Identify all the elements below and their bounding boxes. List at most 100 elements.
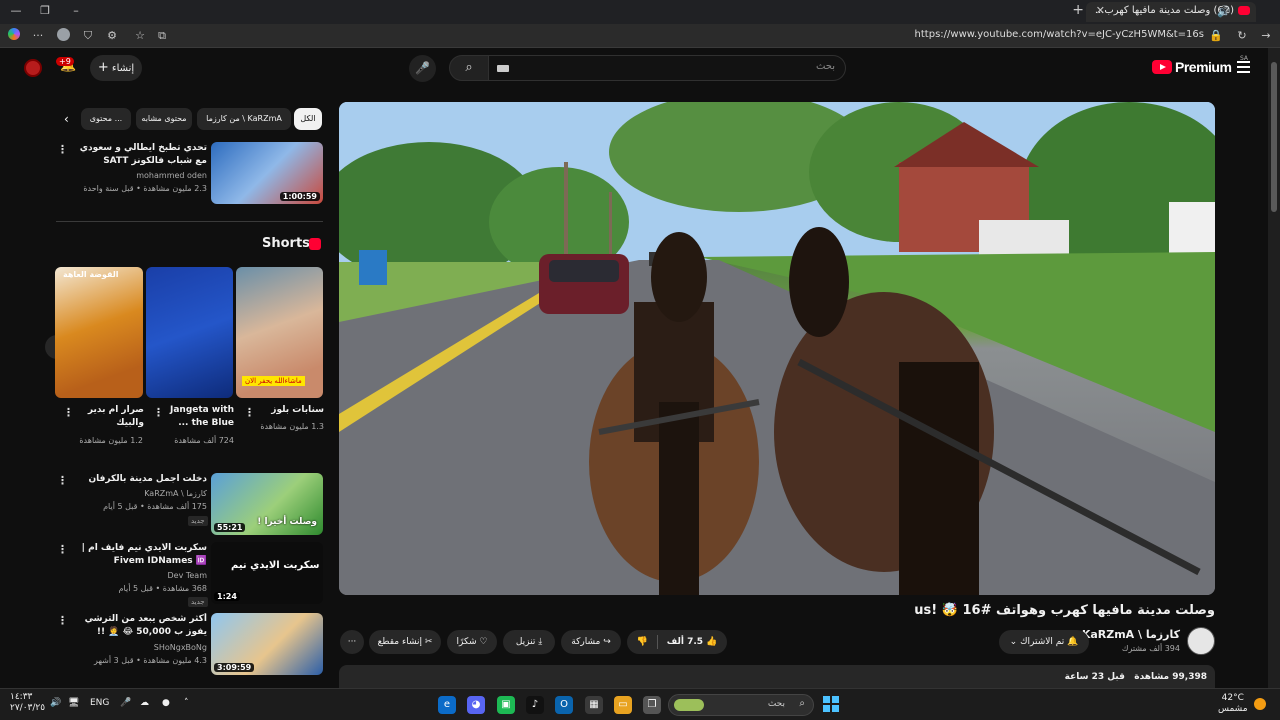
outlook-icon[interactable]: O — [555, 696, 573, 714]
short-thumbnail[interactable]: القوضة العاهة — [55, 267, 143, 398]
chips-prev-icon[interactable]: ‹ — [64, 112, 69, 126]
tab-close-icon[interactable]: ✕ — [1096, 4, 1105, 17]
new-tab-button[interactable]: + — [1072, 2, 1084, 18]
video-channel[interactable]: SHoNgxBoNg — [154, 643, 207, 652]
chip-similar-more[interactable]: محتوى ... — [81, 108, 131, 130]
account-avatar[interactable] — [24, 59, 42, 77]
clip-label: إنشاء مقطع — [377, 637, 422, 647]
taskbar-search-placeholder: بحث — [767, 699, 785, 709]
more-icon[interactable]: ··· — [30, 28, 46, 44]
video-channel[interactable]: كارزما \ KaRZmA — [144, 489, 207, 498]
task-view-icon[interactable]: ❐ — [643, 696, 661, 714]
scrollbar-thumb[interactable] — [1271, 62, 1277, 212]
video-thumbnail[interactable]: 3:09:59 — [211, 613, 323, 675]
video-title[interactable]: أكثر شخص يبعد من الترشي يفوز ب 50,000 😂 … — [70, 613, 207, 639]
video-duration: 1:24 — [214, 592, 240, 601]
short-thumb-caption: القوضة العاهة — [63, 270, 119, 279]
subscribed-button[interactable]: 🔔 تم الاشتراك ⌄ — [999, 630, 1089, 654]
short-thumbnail[interactable]: ماشاءالله يحفر الان — [236, 267, 323, 398]
channel-avatar[interactable] — [1187, 627, 1215, 655]
search-input[interactable]: بحث — [489, 55, 846, 81]
taskbar-search[interactable]: بحث ⌕ — [668, 694, 814, 716]
keyboard-icon[interactable] — [497, 65, 509, 72]
video-menu-icon[interactable]: ⋮ — [57, 543, 68, 556]
download-button[interactable]: ⤓ تنزيل — [503, 630, 555, 654]
lock-icon[interactable]: 🔒 — [1208, 28, 1224, 44]
short-menu-icon[interactable]: ⋮ — [63, 406, 74, 419]
video-menu-icon[interactable]: ⋮ — [57, 143, 68, 156]
extensions-icon[interactable]: ⚙ — [104, 28, 120, 44]
search-button[interactable]: ⌕ — [449, 55, 489, 81]
mic-tray-icon[interactable]: 🎤 — [120, 698, 131, 708]
refresh-icon[interactable]: ↻ — [1234, 28, 1250, 44]
chip-similar[interactable]: محتوى مشابه — [136, 108, 192, 130]
language-indicator[interactable]: ENG — [90, 698, 109, 708]
video-title[interactable]: دخلت اجمل مدينة بالكرفان #12 🤯 us — [70, 473, 207, 486]
download-label: تنزيل — [515, 637, 536, 647]
thumb-caption: وصلت أخيرا ! — [257, 517, 317, 527]
short-title[interactable]: Jangeta with the Blue ... — [166, 404, 234, 432]
network-icon[interactable]: 🖥 — [68, 698, 79, 708]
chip-all[interactable]: الكل — [294, 108, 322, 130]
video-menu-icon[interactable]: ⋮ — [57, 474, 68, 487]
chip-from-channel[interactable]: من كارزما \ KaRZmA — [197, 108, 291, 130]
speaker-icon[interactable]: 🔊 — [50, 698, 61, 708]
app-green-icon[interactable]: ▣ — [497, 696, 515, 714]
weather-widget[interactable]: 42°C مشمس — [1218, 693, 1248, 715]
chevron-up-icon[interactable]: ˄ — [184, 698, 189, 708]
split-screen-icon[interactable]: ⧉ — [154, 28, 170, 44]
video-duration: 55:21 — [214, 523, 246, 532]
video-player[interactable] — [339, 102, 1215, 595]
short-menu-icon[interactable]: ⋮ — [244, 406, 255, 419]
copilot-icon[interactable] — [6, 28, 22, 44]
share-button[interactable]: ↪ مشاركة — [561, 630, 621, 654]
url-field[interactable]: https://www.youtube.com/watch?v=eJC-yCzH… — [915, 29, 1204, 40]
video-channel[interactable]: mohammed oden — [136, 171, 207, 180]
minimize-icon[interactable]: — — [8, 3, 24, 19]
speaker-icon[interactable]: 🔊 — [1216, 4, 1232, 20]
short-menu-icon[interactable]: ⋮ — [153, 406, 164, 419]
video-meta: 4.3 مليون مشاهدة • قبل 3 أشهر — [94, 656, 207, 665]
shorts-title: Shorts — [262, 236, 310, 251]
close-window-icon[interactable]: – — [68, 3, 84, 19]
clock[interactable]: ١٤:٣٣ ٢٧/٠٣/٢٥ — [10, 692, 45, 714]
cloud-icon[interactable]: ☁ — [140, 698, 149, 708]
page-scrollbar[interactable] — [1268, 48, 1280, 688]
edge-icon[interactable]: e — [438, 696, 456, 714]
tiktok-icon[interactable]: ♪ — [526, 696, 544, 714]
short-thumb-caption: ماشاءالله يحفر الان — [242, 376, 305, 386]
voice-search-button[interactable]: 🎤 — [409, 55, 436, 82]
video-title[interactable]: تحدي تطبخ ايطالي و سعودي مع شباب فالكونز… — [70, 142, 207, 168]
video-meta: 368 مشاهدة • قبل 5 أيام — [118, 584, 207, 593]
video-thumbnail[interactable]: وصلت أخيرا ! 55:21 — [211, 473, 323, 535]
create-button[interactable]: + إنشاء — [90, 55, 142, 81]
search-highlight-icon — [674, 699, 704, 711]
hamburger-menu-icon[interactable] — [1237, 61, 1250, 76]
restore-icon[interactable]: ❐ — [37, 3, 53, 19]
channel-name[interactable]: كارزما \ KaRZmA — [1082, 628, 1180, 641]
forward-icon[interactable]: → — [1258, 28, 1274, 44]
like-dislike-button[interactable]: 👍 7.5 ألف 👎 — [627, 630, 727, 654]
app-tray-icon[interactable]: ● — [162, 698, 170, 708]
windows-start-icon[interactable] — [822, 696, 840, 714]
video-thumbnail[interactable]: 1:00:59 — [211, 142, 323, 204]
file-explorer-icon[interactable]: ▭ — [614, 696, 632, 714]
collections-icon[interactable]: ⛉ — [80, 28, 96, 44]
thanks-button[interactable]: ♡ شكرًا — [447, 630, 497, 654]
more-actions-button[interactable]: ··· — [340, 630, 364, 654]
profile-icon[interactable] — [55, 28, 71, 44]
search-placeholder: بحث — [815, 61, 835, 72]
discord-icon[interactable]: ◕ — [467, 696, 485, 714]
favorite-star-icon[interactable]: ☆ — [132, 28, 148, 44]
short-title[interactable]: سنابات بلوز — [256, 404, 324, 418]
short-thumbnail[interactable] — [146, 267, 233, 398]
clip-button[interactable]: ✂ إنشاء مقطع — [369, 630, 441, 654]
video-title[interactable]: سكربت الايدي نيم فايف ام | Fivem IDNames… — [70, 542, 207, 568]
short-title[interactable]: صرار ام بدير والبيك — [76, 404, 144, 432]
store-icon[interactable]: ▦ — [585, 696, 603, 714]
video-thumbnail[interactable]: سكربت الايدي نيم 1:24 — [211, 542, 323, 604]
video-menu-icon[interactable]: ⋮ — [57, 614, 68, 627]
like-icon[interactable]: 👍 — [706, 637, 717, 647]
video-channel[interactable]: Dev Team — [167, 571, 207, 580]
dislike-icon[interactable]: 👎 — [637, 637, 648, 647]
